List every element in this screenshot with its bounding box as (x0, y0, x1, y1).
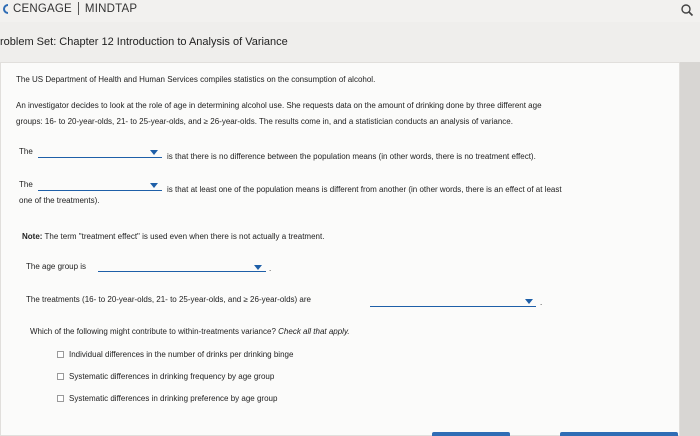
brand-divider (77, 2, 79, 15)
q1-prefix: The (19, 147, 33, 156)
checkbox[interactable] (57, 351, 64, 358)
action-button[interactable] (432, 432, 510, 436)
product-name: MINDTAP (84, 2, 138, 15)
q2-prefix: The (19, 180, 33, 189)
search-icon[interactable] (680, 3, 694, 17)
scenario-line-2: groups: 16- to 20-year-olds, 21- to 25-y… (16, 117, 513, 126)
note: Note: The term "treatment effect" is use… (22, 232, 324, 241)
q5-question: Which of the following might contribute … (30, 327, 350, 336)
q3-suffix: . (269, 264, 272, 273)
q5-instruction: Check all that apply. (278, 327, 350, 336)
q4-suffix: . (540, 298, 543, 307)
action-button[interactable] (560, 432, 678, 436)
chevron-down-icon (150, 150, 158, 155)
intro-text: The US Department of Health and Human Se… (16, 75, 376, 84)
note-label: Note: (22, 232, 43, 241)
page-title: roblem Set: Chapter 12 Introduction to A… (0, 36, 288, 48)
q4-prefix: The treatments (16- to 20-year-olds, 21-… (26, 295, 311, 304)
q1-dropdown-line (38, 157, 162, 158)
brand: CENGAGE MINDTAP (2, 2, 137, 15)
q2-dropdown-line (38, 190, 162, 191)
q1-suffix: is that there is no difference between t… (167, 152, 536, 161)
q3-dropdown-line (98, 271, 266, 272)
option-label: Systematic differences in drinking frequ… (69, 372, 275, 381)
q2-continuation: one of the treatments). (19, 196, 100, 205)
chevron-down-icon (254, 265, 262, 270)
q5-question-text: Which of the following might contribute … (30, 327, 276, 336)
q4-dropdown-line (370, 306, 536, 307)
scenario-line-1: An investigator decides to look at the r… (16, 101, 542, 110)
checkbox[interactable] (57, 373, 64, 380)
chevron-down-icon (150, 183, 158, 188)
q2-suffix: is that at least one of the population m… (167, 185, 562, 194)
cengage-logo-icon (3, 3, 9, 14)
q3-prefix: The age group is (26, 262, 87, 271)
brand-name: CENGAGE (13, 2, 72, 15)
top-bar: CENGAGE MINDTAP (0, 0, 700, 23)
note-text: The term "treatment effect" is used even… (44, 232, 325, 241)
option-label: Systematic differences in drinking prefe… (69, 394, 278, 403)
checkbox[interactable] (57, 395, 64, 402)
option-label: Individual differences in the number of … (69, 350, 294, 359)
chevron-down-icon (525, 299, 533, 304)
